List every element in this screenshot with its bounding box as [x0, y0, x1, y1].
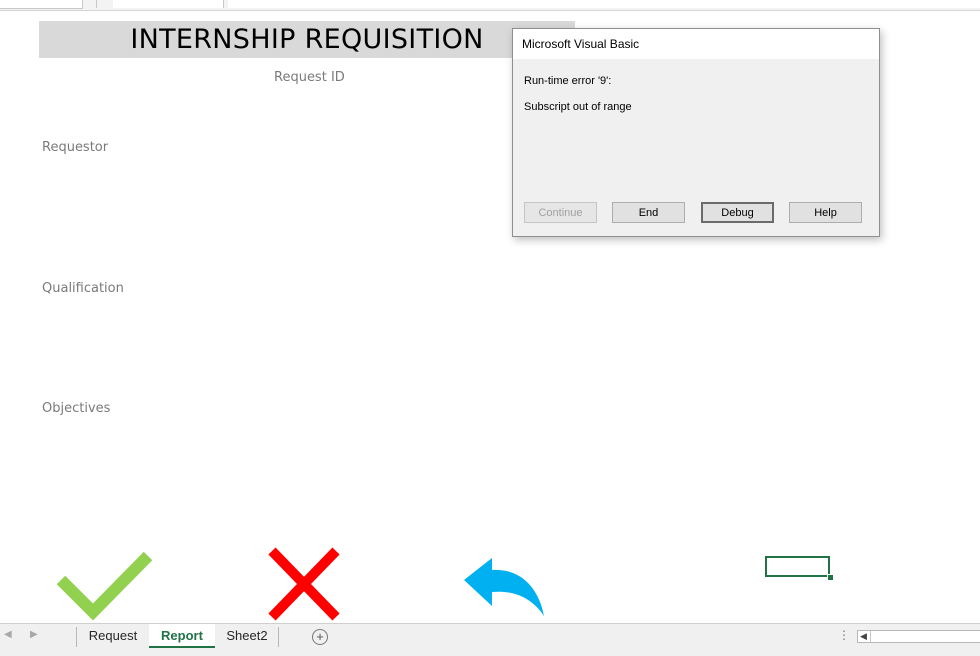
vba-error-dialog: Microsoft Visual Basic Run-time error '9…: [512, 28, 880, 237]
fill-handle[interactable]: [827, 574, 834, 581]
tab-sheet2[interactable]: Sheet2: [216, 624, 278, 648]
scrollbar-thumb[interactable]: [870, 631, 980, 642]
add-sheet-icon[interactable]: +: [312, 629, 328, 645]
request-id-label: Request ID: [274, 70, 345, 85]
formula-bar-buttons[interactable]: [113, 0, 224, 8]
formula-bar-separator: [96, 0, 97, 8]
tab-divider: [76, 627, 77, 647]
scroll-left-arrow-icon[interactable]: ◀: [860, 631, 867, 642]
error-code-text: Run-time error '9':: [524, 75, 612, 87]
qualification-label: Qualification: [42, 281, 124, 296]
red-x-icon[interactable]: [264, 545, 344, 623]
selected-cell[interactable]: [765, 556, 830, 577]
formula-input[interactable]: [228, 0, 980, 8]
error-message-text: Subscript out of range: [524, 101, 632, 113]
tab-report[interactable]: Report: [149, 624, 215, 648]
end-button[interactable]: End: [612, 202, 685, 223]
objectives-label: Objectives: [42, 401, 111, 416]
debug-button[interactable]: Debug: [701, 202, 774, 223]
sheet-title: INTERNSHIP REQUISITION: [130, 24, 484, 55]
help-button[interactable]: Help: [789, 202, 862, 223]
dialog-title: Microsoft Visual Basic: [522, 37, 640, 51]
scroll-tabs-right-icon[interactable]: ▶: [30, 629, 38, 640]
more-options-icon[interactable]: ⋮: [838, 628, 850, 642]
name-box[interactable]: [0, 0, 83, 9]
tab-divider: [278, 627, 279, 647]
checkmark-icon[interactable]: [55, 550, 155, 620]
curved-back-arrow-icon[interactable]: [462, 556, 548, 620]
dialog-titlebar[interactable]: Microsoft Visual Basic: [513, 29, 879, 59]
tab-request[interactable]: Request: [78, 624, 148, 648]
requestor-label: Requestor: [42, 140, 109, 155]
scroll-tabs-left-icon[interactable]: ◀: [4, 629, 12, 640]
continue-button[interactable]: Continue: [524, 202, 597, 223]
